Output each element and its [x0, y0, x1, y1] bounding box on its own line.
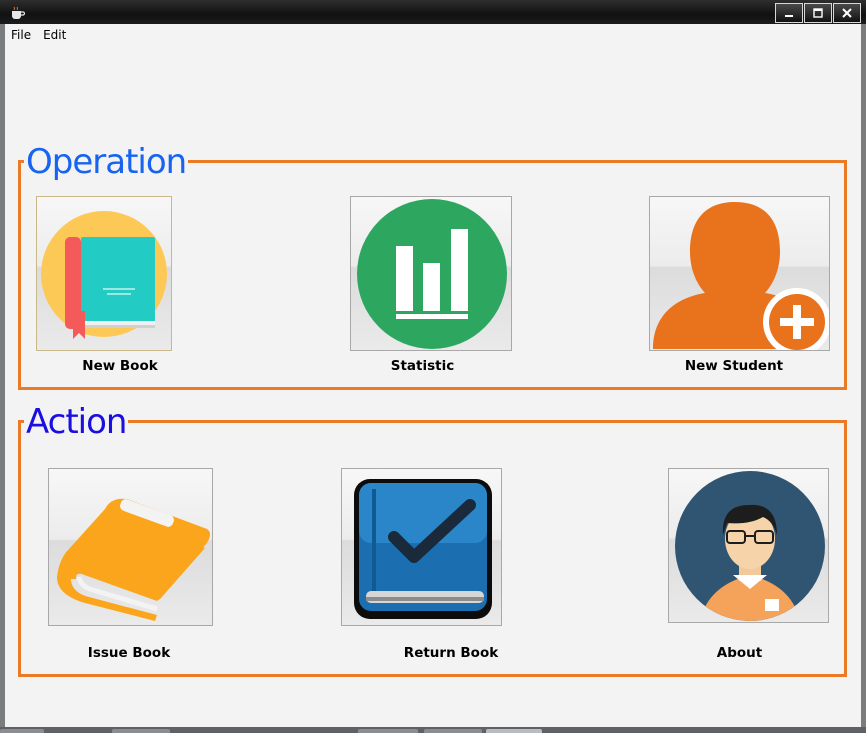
- statistic-label: Statistic: [390, 358, 455, 374]
- maximize-button[interactable]: [804, 3, 832, 23]
- issue-book-label: Issue Book: [87, 645, 171, 661]
- issue-book-button[interactable]: [48, 468, 213, 626]
- menu-edit[interactable]: Edit: [37, 24, 72, 46]
- new-book-button[interactable]: [36, 196, 172, 351]
- menu-file[interactable]: File: [5, 24, 37, 46]
- main-window: File Edit Operation New Book Statistic N…: [5, 24, 861, 727]
- action-panel-title: Action: [24, 402, 129, 442]
- person-avatar-icon: [675, 471, 825, 621]
- taskbar-strip: [0, 727, 866, 733]
- about-button[interactable]: [668, 468, 829, 623]
- close-icon: [842, 8, 852, 18]
- minimize-icon: [785, 15, 793, 17]
- statistic-button[interactable]: [350, 196, 512, 351]
- maximize-icon: [813, 8, 823, 18]
- minimize-button[interactable]: [775, 3, 803, 23]
- book-icon: [57, 498, 210, 621]
- return-book-button[interactable]: [341, 468, 502, 626]
- return-book-label: Return Book: [403, 645, 499, 661]
- coffee-cup-icon: [9, 5, 26, 19]
- new-student-label: New Student: [684, 358, 784, 374]
- new-student-button[interactable]: [649, 196, 830, 351]
- about-label: About: [716, 645, 763, 661]
- window-titlebar[interactable]: [0, 0, 866, 24]
- operation-panel-title: Operation: [24, 142, 189, 182]
- add-user-icon: [653, 202, 829, 350]
- close-button[interactable]: [833, 3, 861, 23]
- bar-chart-icon: [357, 199, 507, 349]
- menu-bar: File Edit: [5, 24, 861, 46]
- book-icon: [41, 211, 167, 339]
- new-book-label: New Book: [82, 358, 158, 374]
- checkmark-book-icon: [354, 479, 492, 619]
